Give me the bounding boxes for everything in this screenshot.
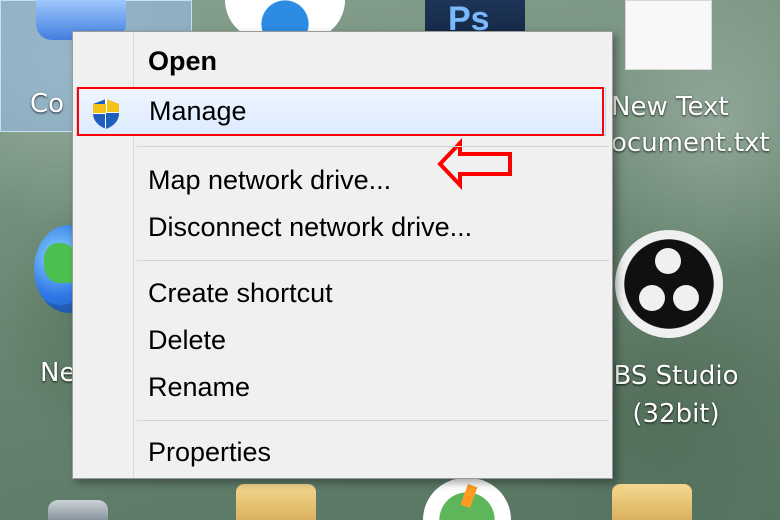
menu-item-label: Manage xyxy=(149,96,247,126)
shield-icon xyxy=(93,99,119,129)
menu-item-delete[interactable]: Delete xyxy=(73,318,610,366)
menu-item-label: Properties xyxy=(148,437,272,467)
desktop-icon-label: New Text ocument.txt xyxy=(611,90,770,162)
desktop-icon-label: Ne xyxy=(40,358,76,388)
menu-item-manage[interactable]: Manage xyxy=(76,88,606,136)
menu-divider xyxy=(137,260,609,261)
menu-item-open[interactable]: Open xyxy=(73,39,610,87)
menu-item-properties[interactable]: Properties xyxy=(73,430,610,478)
menu-item-disconnect-network-drive[interactable]: Disconnect network drive... xyxy=(73,205,610,253)
text-document-icon[interactable] xyxy=(625,0,712,70)
desktop-icon-label-line1: New Text xyxy=(611,92,729,122)
menu-divider xyxy=(137,146,609,147)
menu-item-map-network-drive[interactable]: Map network drive... xyxy=(73,158,610,206)
menu-item-rename[interactable]: Rename xyxy=(73,365,610,413)
menu-item-label: Map network drive... xyxy=(148,165,392,195)
folder-icon[interactable] xyxy=(612,484,692,520)
menu-item-create-shortcut[interactable]: Create shortcut xyxy=(73,271,610,319)
obs-icon-dot xyxy=(673,285,699,311)
context-menu[interactable]: Open Manage Map network drive... Disconn… xyxy=(72,31,613,479)
menu-item-label: Disconnect network drive... xyxy=(148,212,473,242)
desktop-icon-label: Co xyxy=(30,89,65,119)
menu-item-label: Rename xyxy=(148,372,251,402)
desktop-icon-label: BS Studio (32bit) xyxy=(611,358,741,433)
recycle-bin-icon[interactable] xyxy=(48,500,108,520)
menu-item-label: Delete xyxy=(148,325,227,355)
desktop-icon-label-line2: (32bit) xyxy=(632,398,720,429)
menu-item-label: Create shortcut xyxy=(148,278,333,308)
folder-icon[interactable] xyxy=(236,484,316,520)
desktop-icon-label-line1: BS Studio xyxy=(613,361,739,391)
obs-studio-icon[interactable] xyxy=(615,230,723,338)
menu-item-label: Open xyxy=(148,46,218,76)
desktop-icon-label-line2: ocument.txt xyxy=(611,127,770,158)
menu-divider xyxy=(137,420,609,421)
